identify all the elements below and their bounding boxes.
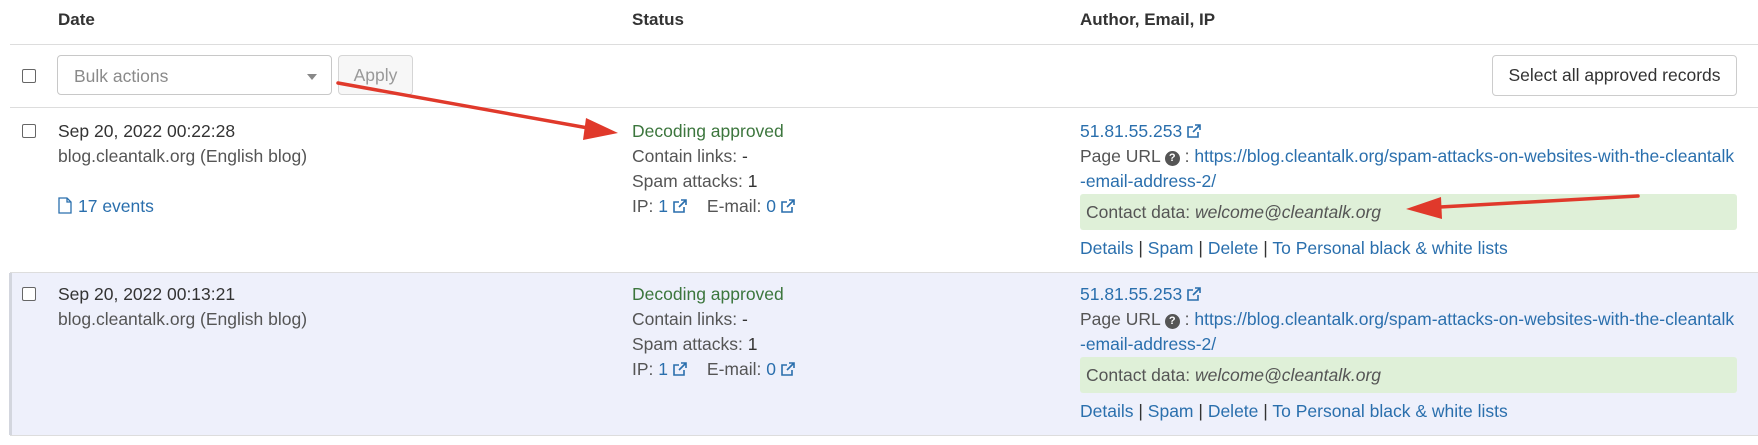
red-arrow-annotation: [1406, 194, 1640, 219]
annotation-overlay: [336, 81, 1640, 219]
red-arrow-annotation: [336, 81, 618, 140]
